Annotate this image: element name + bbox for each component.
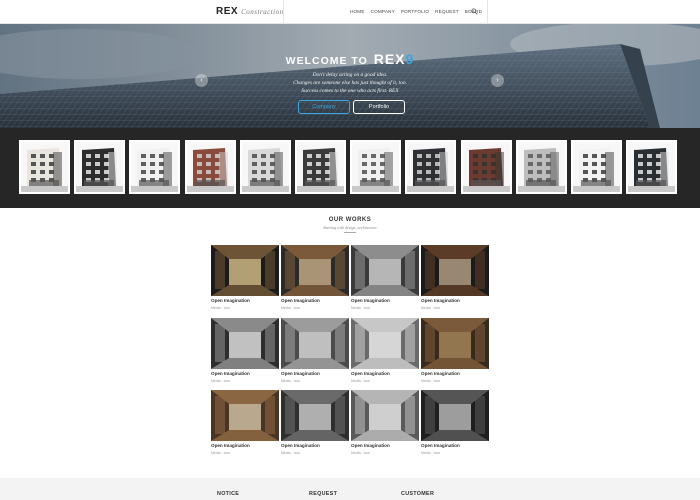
hero-brand: REX <box>373 51 406 67</box>
our-works-title: OUR WORKS <box>328 217 372 223</box>
work-card-image[interactable] <box>421 245 489 296</box>
title-divider <box>344 232 356 233</box>
hero-title: WELCOME TO REX9 <box>0 51 700 67</box>
work-card-meta: Media · Icon <box>211 379 231 383</box>
work-card[interactable]: Open Imagination Media · Icon <box>211 245 279 317</box>
work-card-title[interactable]: Open Imagination <box>281 443 320 448</box>
work-card[interactable]: Open Imagination Media · Icon <box>281 245 349 317</box>
search-icon[interactable] <box>471 8 478 15</box>
work-card[interactable]: Open Imagination Media · Icon <box>351 318 419 390</box>
work-card-title[interactable]: Open Imagination <box>351 371 390 376</box>
work-card-meta: Media · Icon <box>421 379 441 383</box>
work-card-title[interactable]: Open Imagination <box>351 298 390 303</box>
work-card-image[interactable] <box>351 318 419 369</box>
hero-tagline-1: Don't delay acting on a good idea. <box>312 72 388 78</box>
work-card-title[interactable]: Open Imagination <box>281 371 320 376</box>
building-thumbnail[interactable] <box>74 140 126 194</box>
work-card-title[interactable]: Open Imagination <box>421 371 460 376</box>
work-card-meta: Media · Icon <box>281 451 301 455</box>
chevron-left-icon[interactable]: ‹ <box>195 74 208 87</box>
our-works-subtitle: Starting with design, architecture <box>323 225 377 230</box>
work-card-image[interactable] <box>281 245 349 296</box>
work-card[interactable]: Open Imagination Media · Icon <box>351 245 419 317</box>
brand-mark-icon: 9 <box>405 51 415 67</box>
work-card-image[interactable] <box>211 318 279 369</box>
portfolio-thumbnail-strip <box>0 128 700 208</box>
work-card[interactable]: Open Imagination Media · Icon <box>421 390 489 462</box>
work-card-title[interactable]: Open Imagination <box>421 443 460 448</box>
work-card-meta: Media · Icon <box>421 451 441 455</box>
work-card-meta: Media · Icon <box>281 306 301 310</box>
footer-notice[interactable]: NOTICE <box>217 491 239 497</box>
building-thumbnail[interactable] <box>626 140 678 194</box>
work-card-image[interactable] <box>351 390 419 441</box>
work-card-title[interactable]: Open Imagination <box>211 443 250 448</box>
chevron-right-icon[interactable]: › <box>491 74 504 87</box>
work-card-meta: Media · Icon <box>421 306 441 310</box>
work-card-title[interactable]: Open Imagination <box>281 298 320 303</box>
work-card-meta: Media · Icon <box>211 451 231 455</box>
menu-item-home[interactable]: HOME <box>350 9 365 14</box>
nav-divider <box>283 0 284 24</box>
work-card-image[interactable] <box>351 245 419 296</box>
building-thumbnail[interactable] <box>405 140 457 194</box>
work-card-title[interactable]: Open Imagination <box>211 371 250 376</box>
work-card-meta: Media · Icon <box>211 306 231 310</box>
company-button[interactable]: Company <box>298 100 350 114</box>
site-logo[interactable]: REX Construction <box>216 6 284 17</box>
logo-text: REX <box>216 6 239 17</box>
work-card[interactable]: Open Imagination Media · Icon <box>421 245 489 317</box>
hero-tagline-3: Success comes to the one who acts first.… <box>301 88 399 94</box>
nav-divider <box>487 0 488 24</box>
building-thumbnail[interactable] <box>19 140 70 194</box>
building-thumbnail[interactable] <box>184 140 236 194</box>
work-card-title[interactable]: Open Imagination <box>351 443 390 448</box>
top-navbar: REX Construction HOME COMPANY PORTFOLIO R… <box>0 0 700 24</box>
building-thumbnail[interactable] <box>295 140 346 194</box>
menu-item-request[interactable]: REQUEST <box>435 9 459 14</box>
work-card[interactable]: Open Imagination Media · Icon <box>421 318 489 390</box>
work-card-image[interactable] <box>211 390 279 441</box>
portfolio-button[interactable]: Portfolio <box>353 100 405 114</box>
work-card-image[interactable] <box>281 390 349 441</box>
hero-tagline-2: Changes are someone else has just though… <box>293 80 407 86</box>
building-thumbnail[interactable] <box>239 140 291 194</box>
work-card[interactable]: Open Imagination Media · Icon <box>351 390 419 462</box>
work-card-image[interactable] <box>281 318 349 369</box>
work-card-meta: Media · Icon <box>351 306 371 310</box>
building-thumbnail[interactable] <box>571 140 622 194</box>
footer: NOTICE REQUEST CUSTOMER <box>0 478 700 500</box>
footer-request[interactable]: REQUEST <box>309 491 337 497</box>
building-thumbnail[interactable] <box>350 140 402 194</box>
footer-customer[interactable]: CUSTOMER <box>401 491 434 497</box>
work-card[interactable]: Open Imagination Media · Icon <box>211 390 279 462</box>
work-card-image[interactable] <box>211 245 279 296</box>
menu-item-company[interactable]: COMPANY <box>371 9 395 14</box>
work-card-meta: Media · Icon <box>351 451 371 455</box>
logo-subtitle: Construction <box>241 8 284 16</box>
work-card-meta: Media · Icon <box>351 379 371 383</box>
building-thumbnail[interactable] <box>460 140 512 194</box>
hero-slider: WELCOME TO REX9 Don't delay acting on a … <box>0 24 700 128</box>
main-menu: HOME COMPANY PORTFOLIO REQUEST BOARD <box>350 9 482 14</box>
work-card-meta: Media · Icon <box>281 379 301 383</box>
work-card-title[interactable]: Open Imagination <box>421 298 460 303</box>
hero-title-text: WELCOME TO <box>285 55 368 67</box>
building-thumbnail[interactable] <box>515 140 567 194</box>
work-card[interactable]: Open Imagination Media · Icon <box>281 318 349 390</box>
work-card-image[interactable] <box>421 390 489 441</box>
work-card-title[interactable]: Open Imagination <box>211 298 250 303</box>
work-card-image[interactable] <box>421 318 489 369</box>
building-thumbnail[interactable] <box>129 140 181 194</box>
work-card[interactable]: Open Imagination Media · Icon <box>281 390 349 462</box>
menu-item-portfolio[interactable]: PORTFOLIO <box>401 9 429 14</box>
work-card[interactable]: Open Imagination Media · Icon <box>211 318 279 390</box>
